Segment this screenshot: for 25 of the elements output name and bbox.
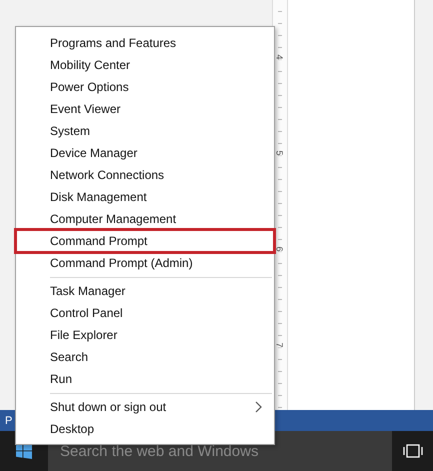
menu-item[interactable]: Task Manager	[16, 280, 274, 302]
status-text: P	[5, 414, 12, 426]
ruler-number: 6	[275, 246, 285, 252]
menu-item[interactable]: System	[16, 120, 274, 142]
menu-item[interactable]: Device Manager	[16, 142, 274, 164]
menu-item[interactable]: Disk Management	[16, 186, 274, 208]
menu-item[interactable]: Search	[16, 346, 274, 368]
menu-item[interactable]: Command Prompt (Admin)	[16, 252, 274, 274]
menu-item[interactable]: Shut down or sign out	[16, 396, 274, 418]
menu-item[interactable]: Mobility Center	[16, 54, 274, 76]
menu-item[interactable]: Power Options	[16, 76, 274, 98]
menu-item[interactable]: Computer Management	[16, 208, 274, 230]
menu-item[interactable]: Network Connections	[16, 164, 274, 186]
task-view-icon[interactable]	[402, 444, 422, 458]
menu-item[interactable]: Programs and Features	[16, 32, 274, 54]
ruler-number: 5	[275, 150, 285, 156]
ruler-number: 7	[275, 342, 285, 348]
menu-item[interactable]: Run	[16, 368, 274, 390]
menu-item[interactable]: File Explorer	[16, 324, 274, 346]
windows-logo-icon[interactable]	[16, 443, 32, 459]
ruler-number: 4	[275, 54, 285, 60]
menu-item[interactable]: Control Panel	[16, 302, 274, 324]
chevron-icon	[255, 401, 262, 413]
menu-item[interactable]: Command Prompt	[16, 230, 274, 252]
menu-item[interactable]: Event Viewer	[16, 98, 274, 120]
